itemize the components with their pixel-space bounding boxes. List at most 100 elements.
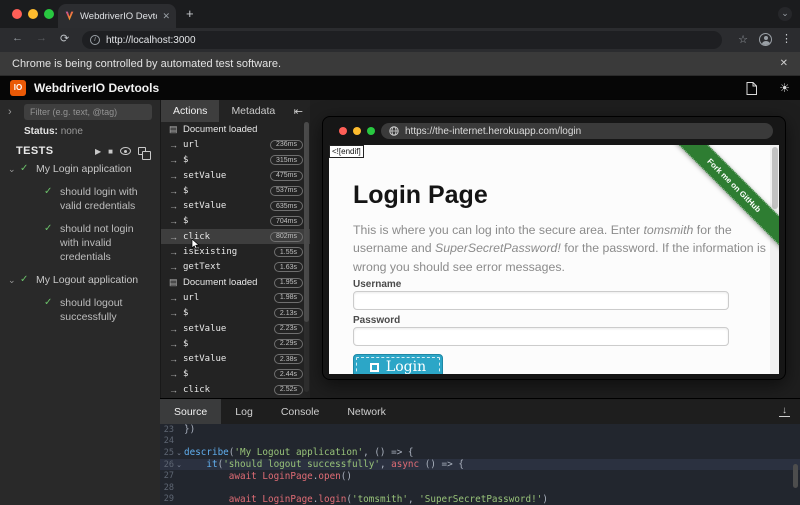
test-suite-row[interactable]: ⌄✓My Logout application: [0, 273, 160, 287]
browser-menu-icon[interactable]: ⋮: [781, 32, 792, 45]
forward-icon[interactable]: →: [36, 32, 47, 44]
profile-avatar-icon[interactable]: [759, 33, 772, 46]
test-case-label: should login with valid credentials: [60, 185, 152, 213]
password-field[interactable]: [353, 327, 729, 346]
action-row[interactable]: →$315ms: [161, 153, 311, 168]
test-suite-row[interactable]: ⌄✓My Login application: [0, 162, 160, 176]
command-arrow-icon: →: [169, 354, 183, 364]
code-line[interactable]: 27 await LoginPage.open(): [160, 470, 800, 482]
action-duration-badge: 2.29s: [274, 339, 303, 349]
action-label: getText: [183, 262, 274, 272]
browser-tab[interactable]: WebdriverIO Devtools ✕: [58, 4, 176, 28]
preview-page-scrollbar[interactable]: [770, 145, 779, 374]
tab-actions[interactable]: Actions: [161, 100, 219, 122]
command-arrow-icon: →: [169, 186, 183, 196]
status-value: none: [61, 126, 83, 137]
action-row[interactable]: →setValue2.38s: [161, 351, 311, 366]
run-tests-play-icon[interactable]: ▶: [95, 147, 101, 156]
chevron-down-icon[interactable]: ⌄: [0, 162, 20, 176]
code-token: login: [318, 494, 346, 505]
action-row[interactable]: →url1.98s: [161, 290, 311, 305]
line-number: 27: [160, 471, 174, 481]
tab-search-chevron-icon[interactable]: ⌄: [778, 7, 792, 21]
theme-toggle-sun-icon[interactable]: ☀: [779, 82, 790, 94]
tab-close-icon[interactable]: ✕: [162, 11, 170, 22]
action-row[interactable]: →click2.52s: [161, 382, 311, 397]
watch-eye-icon[interactable]: [120, 147, 131, 155]
action-label: setValue: [183, 171, 270, 181]
fold-chevron-icon[interactable]: ⌄: [174, 461, 184, 469]
minimize-window-button[interactable]: [28, 9, 38, 19]
tab-network[interactable]: Network: [333, 399, 400, 424]
action-duration-badge: 802ms: [270, 232, 303, 242]
action-row[interactable]: →url236ms: [161, 137, 311, 152]
code-line[interactable]: 29 await LoginPage.login('tomsmith', 'Su…: [160, 494, 800, 505]
test-case-row[interactable]: ✓should login with valid credentials: [0, 185, 160, 213]
command-arrow-icon: →: [169, 293, 183, 303]
tab-console[interactable]: Console: [267, 399, 334, 424]
address-bar[interactable]: i http://localhost:3000: [82, 31, 722, 49]
username-field[interactable]: [353, 291, 729, 310]
pass-check-icon: ✓: [44, 185, 60, 213]
action-row[interactable]: →$2.44s: [161, 367, 311, 382]
fold-chevron-icon[interactable]: ⌄: [174, 449, 184, 457]
command-arrow-icon: →: [169, 201, 183, 211]
code-line[interactable]: 25⌄describe('My Logout application', () …: [160, 447, 800, 459]
action-row[interactable]: →setValue2.23s: [161, 321, 311, 336]
collapse-panel-icon[interactable]: ⇤: [294, 100, 311, 122]
chevron-down-icon[interactable]: ⌄: [0, 273, 20, 287]
tab-log[interactable]: Log: [221, 399, 267, 424]
download-icon[interactable]: ↓: [779, 406, 790, 417]
code-line[interactable]: 23}): [160, 424, 800, 436]
test-case-row[interactable]: ✓should not login with invalid credentia…: [0, 222, 160, 264]
tab-source[interactable]: Source: [160, 399, 221, 424]
code-line[interactable]: 26⌄ it('should logout successfully', asy…: [160, 459, 800, 471]
close-window-button[interactable]: [12, 9, 22, 19]
line-number: 29: [160, 494, 174, 504]
test-case-row[interactable]: ✓should logout successfully: [0, 296, 160, 324]
bookmark-star-icon[interactable]: ☆: [738, 33, 748, 46]
code-token: describe: [184, 447, 229, 458]
code-text: describe('My Logout application', () => …: [184, 447, 414, 458]
action-label: $: [183, 339, 274, 349]
action-row[interactable]: →setValue635ms: [161, 198, 311, 213]
action-duration-badge: 1.55s: [274, 247, 303, 257]
code-line[interactable]: 24: [160, 436, 800, 448]
line-number: 25: [160, 448, 174, 458]
action-row[interactable]: →$537ms: [161, 183, 311, 198]
action-row[interactable]: →setValue475ms: [161, 168, 311, 183]
action-row[interactable]: ▤Document loaded: [161, 122, 311, 137]
tab-metadata[interactable]: Metadata: [219, 100, 287, 122]
code-token: async: [391, 459, 419, 470]
stop-tests-icon[interactable]: ■: [108, 147, 113, 156]
login-button[interactable]: Login: [353, 354, 443, 374]
action-row[interactable]: →isExisting1.55s: [161, 244, 311, 259]
action-label: $: [183, 216, 270, 226]
command-arrow-icon: →: [169, 155, 183, 165]
action-row[interactable]: →click802ms: [161, 229, 311, 244]
maximize-window-button[interactable]: [44, 9, 54, 19]
globe-icon: [389, 126, 399, 136]
app-window: WebdriverIO Devtools ✕ + ⌄ ← → ⟳ i http:…: [0, 0, 800, 505]
code-scrollbar[interactable]: [793, 464, 798, 488]
report-document-icon[interactable]: [746, 82, 757, 95]
code-line[interactable]: 28: [160, 482, 800, 494]
action-row[interactable]: →$704ms: [161, 214, 311, 229]
action-row[interactable]: →getText1.63s: [161, 260, 311, 275]
status-label: Status:: [24, 126, 58, 137]
action-row[interactable]: ▤Document loaded1.95s: [161, 275, 311, 290]
site-info-icon[interactable]: i: [90, 35, 100, 45]
action-row[interactable]: →$2.13s: [161, 306, 311, 321]
banner-close-icon[interactable]: ✕: [780, 58, 788, 69]
action-row[interactable]: →$2.29s: [161, 336, 311, 351]
sidebar-collapse-chevron-icon[interactable]: ›: [8, 106, 12, 118]
reload-icon[interactable]: ⟳: [60, 32, 69, 45]
actions-scrollbar[interactable]: [304, 122, 309, 392]
action-label: Document loaded: [183, 277, 274, 288]
copy-layers-icon[interactable]: [138, 147, 146, 155]
code-token: ,: [380, 459, 391, 470]
new-tab-button[interactable]: +: [186, 7, 194, 21]
filter-input[interactable]: [24, 104, 152, 120]
document-loaded-icon: ▤: [169, 124, 183, 135]
back-icon[interactable]: ←: [12, 32, 23, 44]
